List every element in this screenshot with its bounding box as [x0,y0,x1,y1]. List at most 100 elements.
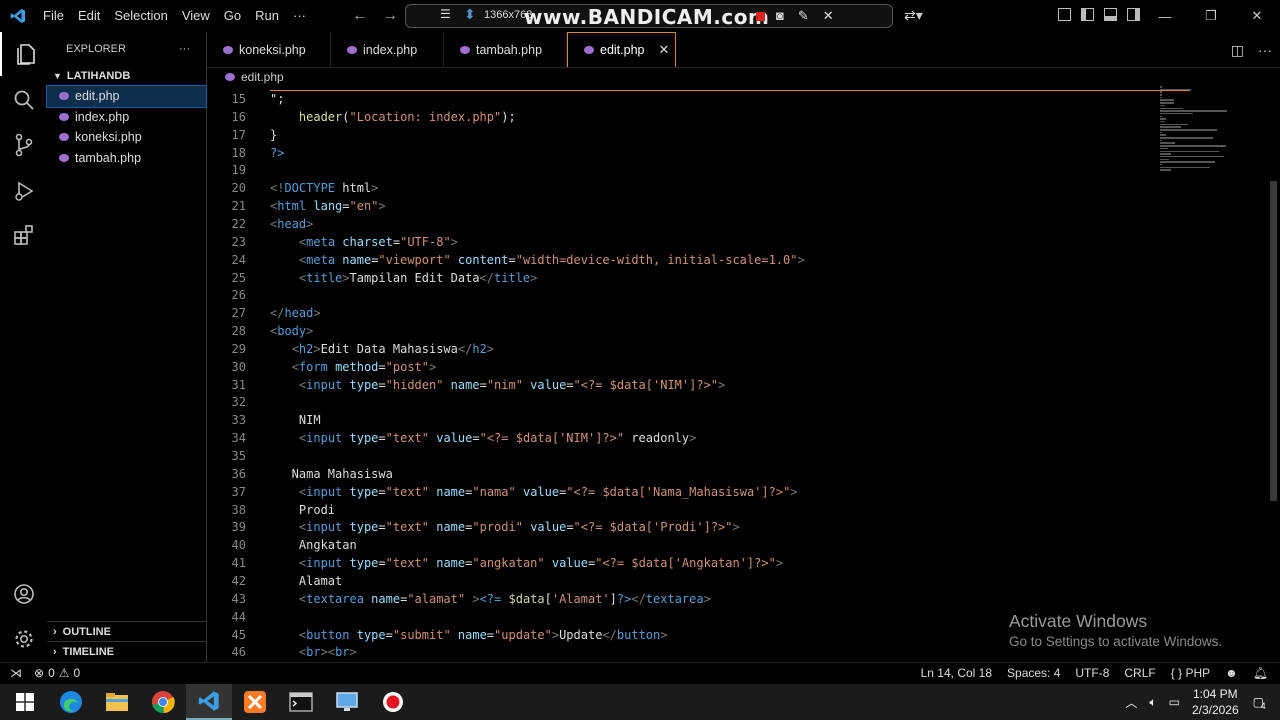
code-line[interactable]: 22 <head> [207,217,1265,235]
code-line[interactable]: 32 [207,395,1265,413]
code-line[interactable]: 34 <input type="text" value="<?= $data['… [207,431,1265,449]
code-line[interactable]: 19 [207,163,1265,181]
encoding[interactable]: UTF-8 [1075,666,1109,680]
search-icon[interactable] [0,78,47,122]
remote-desktop-icon[interactable] [324,684,370,720]
split-editor-icon[interactable]: ◫ [1231,42,1244,59]
code-line[interactable]: 15 "; [207,92,1265,110]
camera-icon[interactable]: ◙ [776,8,784,24]
volume-icon[interactable]: 🔈︎ [1149,695,1156,710]
bandicam-record-icon[interactable] [370,684,416,720]
line-ending[interactable]: CRLF [1124,666,1155,680]
menu-view[interactable]: View [175,0,217,32]
code-line[interactable]: 38 Prodi [207,503,1265,521]
customize-layout-icon[interactable] [1058,8,1071,21]
code-line[interactable]: 21 <html lang="en"> [207,199,1265,217]
menu-more[interactable]: ··· [286,0,313,32]
timeline-section[interactable]: › TIMELINE [47,641,206,661]
code-line[interactable]: 28 <body> [207,324,1265,342]
menu-edit[interactable]: Edit [71,0,107,32]
network-icon[interactable]: ▭ [1169,695,1180,709]
code-line[interactable]: 24 <meta name="viewport" content="width=… [207,253,1265,271]
breadcrumb[interactable]: edit.php [225,68,284,86]
menu-run[interactable]: Run [248,0,286,32]
explorer-icon[interactable] [0,32,49,76]
tab-close-icon[interactable]: ✕ [658,42,669,58]
code-line[interactable]: 36 Nama Mahasiswa [207,467,1265,485]
cursor-position[interactable]: Ln 14, Col 18 [921,666,992,680]
code-line[interactable]: 25 <title>Tampilan Edit Data</title> [207,271,1265,289]
code-line[interactable]: 18 ?> [207,146,1265,164]
code-line[interactable]: 27 </head> [207,306,1265,324]
code-line[interactable]: 43 <textarea name="alamat" ><?= $data['A… [207,592,1265,610]
forward-arrow-icon[interactable]: → [382,7,398,25]
code-line[interactable]: 35 [207,449,1265,467]
indentation[interactable]: Spaces: 4 [1007,666,1060,680]
xampp-icon[interactable] [232,684,278,720]
remote-icon[interactable]: ⋊ [10,666,22,680]
code-line[interactable]: 29 <h2>Edit Data Mahasiswa</h2> [207,342,1265,360]
source-control-icon[interactable] [0,123,47,167]
chrome-icon[interactable] [140,684,186,720]
code-line[interactable]: 23 <meta charset="UTF-8"> [207,235,1265,253]
file-koneksi-php[interactable]: koneksi.php [47,127,206,148]
menu-file[interactable]: File [36,0,71,32]
edge-browser-icon[interactable] [48,684,94,720]
back-arrow-icon[interactable]: ← [352,7,368,25]
outline-section[interactable]: › OUTLINE [47,621,206,641]
minimap[interactable] [1160,86,1260,186]
terminal-icon[interactable] [278,684,324,720]
code-line[interactable]: 26 [207,288,1265,306]
more-actions-icon[interactable]: ··· [1258,42,1272,59]
toggle-secondary-sidebar-icon[interactable] [1127,8,1140,21]
code-line[interactable]: 39 <input type="text" name="prodi" value… [207,520,1265,538]
vertical-scrollbar[interactable] [1270,86,1278,662]
code-line[interactable]: 40 Angkatan [207,538,1265,556]
toggle-panel-icon[interactable] [1104,8,1117,21]
extensions-icon[interactable] [0,213,47,257]
menu-go[interactable]: Go [217,0,248,32]
file-tambah-php[interactable]: tambah.php [47,148,206,169]
tray-overflow-icon[interactable]: ︿ [1125,694,1137,711]
file-index-php[interactable]: index.php [47,107,206,128]
command-center[interactable]: ☰ ⬍ 1366x768 www.BANDICAM.com ◙ ✎ ✕ [405,4,893,29]
code-editor[interactable]: 15 "; 16 header("Location: index.php"); 17}… [207,86,1265,662]
pencil-icon[interactable]: ✎ [798,8,809,24]
copilot-status-icon[interactable]: ☻ [1225,666,1238,680]
code-line[interactable]: 17} [207,128,1265,146]
toggle-sidebar-icon[interactable] [1081,8,1094,21]
code-line[interactable]: 16 header("Location: index.php"); [207,110,1265,128]
code-line[interactable]: 31 <input type="hidden" name="nim" value… [207,378,1265,396]
tab-edit-php[interactable]: edit.php ✕ [567,32,676,67]
close-icon[interactable]: ✕ [823,8,834,24]
explorer-more-icon[interactable]: ··· [179,43,190,55]
scrollbar-thumb[interactable] [1270,181,1277,501]
vscode-taskbar-icon[interactable] [186,684,232,720]
close-window-icon[interactable]: ✕ [1234,8,1280,24]
problems-indicator[interactable]: ⊗ 0 ⚠ 0 [34,666,80,680]
menu-selection[interactable]: Selection [107,0,174,32]
language-mode[interactable]: { } PHP [1171,666,1210,680]
code-line[interactable]: 20 <!DOCTYPE html> [207,181,1265,199]
clock[interactable]: 1:04 PM 2/3/2026 [1192,686,1239,718]
tab-tambah-php[interactable]: tambah.php [444,32,567,67]
code-line[interactable]: 42 Alamat [207,574,1265,592]
code-line[interactable]: 37 <input type="text" name="nama" value=… [207,485,1265,503]
windows-start-icon[interactable] [2,684,48,720]
account-icon[interactable] [0,572,47,616]
file-edit-php[interactable]: edit.php [46,85,207,108]
settings-gear-icon[interactable] [0,617,47,661]
code-line[interactable]: 41 <input type="text" name="angkatan" va… [207,556,1265,574]
tab-koneksi-php[interactable]: koneksi.php [207,32,331,67]
notification-center-icon[interactable]: ▢ 4 [1253,695,1266,711]
code-line[interactable]: 33 NIM [207,413,1265,431]
folder-latihandb[interactable]: ▼ LATIHANDB [47,66,206,86]
code-line[interactable]: 30 <form method="post"> [207,360,1265,378]
minimize-icon[interactable]: — [1142,9,1188,24]
tab-index-php[interactable]: index.php [331,32,444,67]
file-explorer-icon[interactable] [94,684,140,720]
run-debug-icon[interactable] [0,169,47,213]
copilot-icon[interactable]: ⇄▾ [904,7,923,24]
restore-icon[interactable]: ❐ [1188,8,1234,24]
notifications-bell-icon[interactable]: 🔔︎ [1253,666,1268,680]
